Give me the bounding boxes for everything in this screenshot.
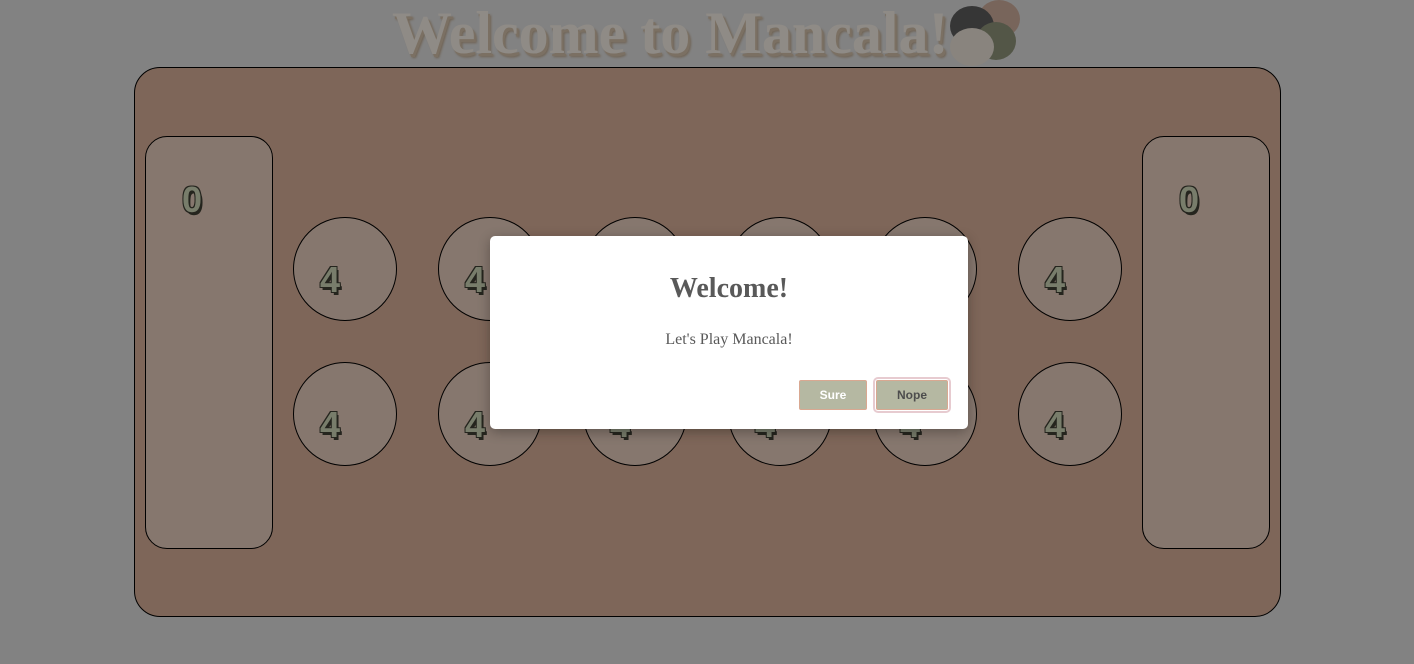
dialog-message: Let's Play Mancala!: [665, 331, 793, 348]
sure-button[interactable]: Sure: [799, 380, 867, 410]
dialog-title: Welcome!: [669, 273, 789, 304]
welcome-dialog: Welcome! Let's Play Mancala! Sure Nope: [490, 236, 968, 429]
nope-button[interactable]: Nope: [873, 377, 951, 413]
